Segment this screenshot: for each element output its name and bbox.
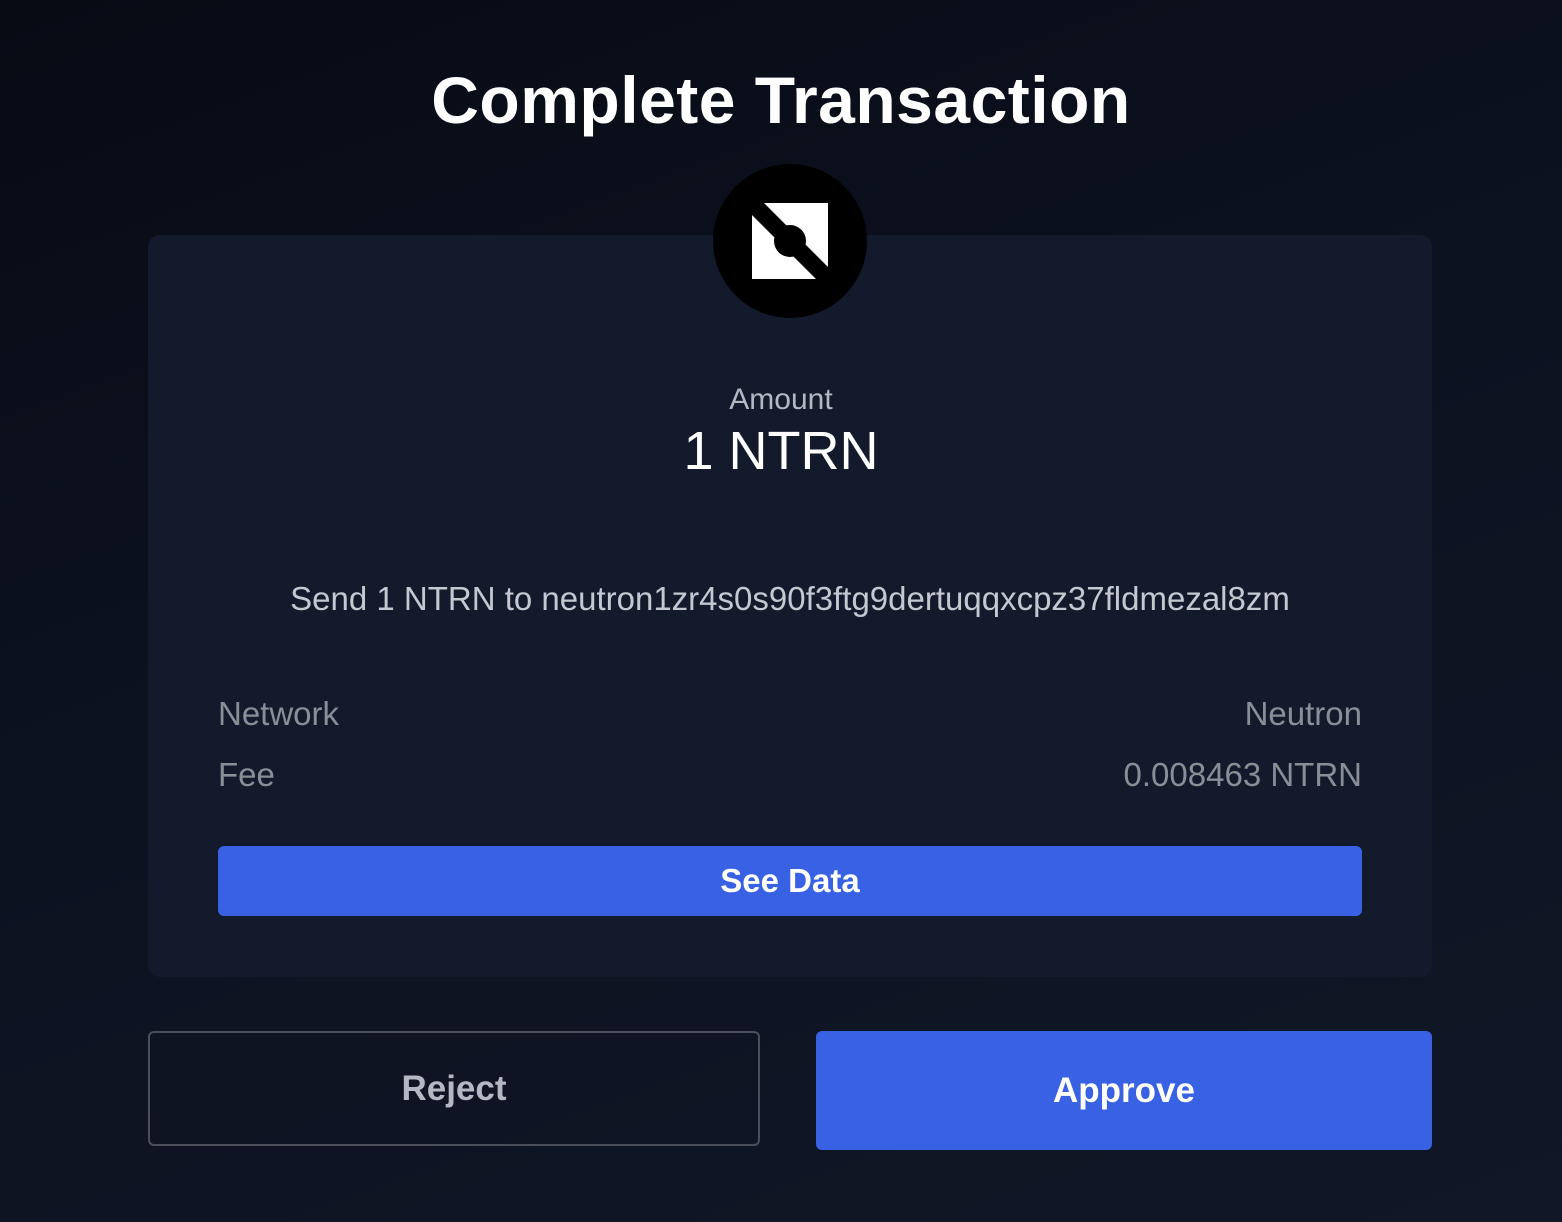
network-label: Network [218,695,340,732]
neutron-logo-glyph-icon [752,203,828,279]
reject-button[interactable]: Reject [148,1031,760,1146]
fee-value: 0.008463 NTRN [1123,756,1362,793]
network-value: Neutron [1244,695,1362,732]
amount-value: 1 NTRN [683,421,879,481]
page-title: Complete Transaction [431,63,1131,137]
fee-row: Fee 0.008463 NTRN [218,754,1362,796]
neutron-logo-icon [713,164,867,318]
amount-label: Amount [729,383,833,416]
transaction-description: Send 1 NTRN to neutron1zr4s0s90f3ftg9der… [290,580,1290,617]
see-data-button[interactable]: See Data [218,846,1362,916]
network-row: Network Neutron [218,693,1362,735]
fee-label: Fee [218,756,275,793]
approve-button[interactable]: Approve [816,1031,1432,1150]
